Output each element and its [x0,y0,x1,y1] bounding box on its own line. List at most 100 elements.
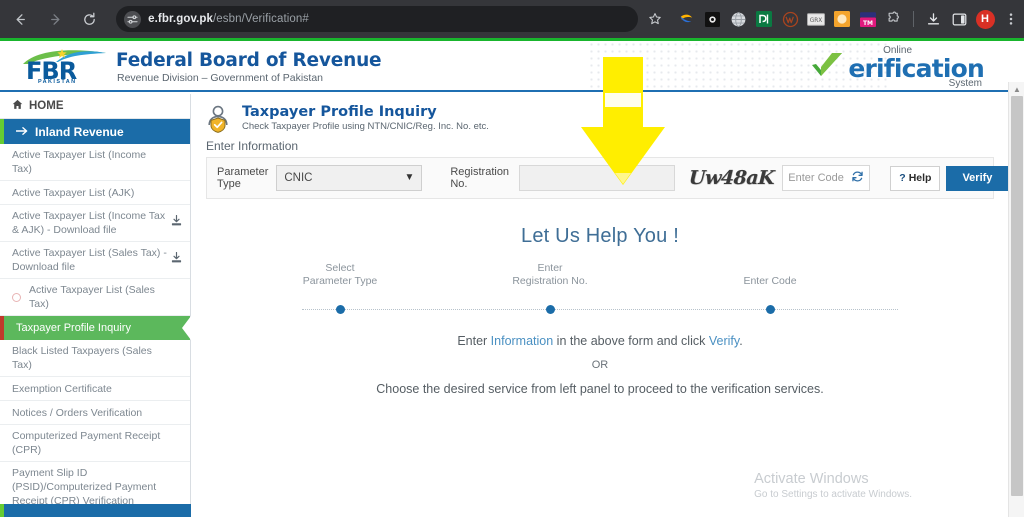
sidebar-item-4[interactable]: Active Taxpayer List (Sales Tax) [0,279,190,316]
step-2-dot [546,305,555,314]
registration-number-input[interactable] [519,165,676,191]
step-1: Select Parameter Type [270,262,410,288]
square-camera-icon[interactable] [699,6,725,32]
sidebar-item-label: Exemption Certificate [12,382,112,395]
tm-icon[interactable]: TM [855,6,881,32]
parameter-type-wrapper: CNICNTNReg. Inc. No. ▼ [276,165,423,191]
avatar[interactable]: H [972,6,998,32]
code-entry-group [782,165,871,191]
orange-circle-icon[interactable] [829,6,855,32]
extensions-strip: GRX TM H [673,6,1024,32]
question-mark-icon: ? [899,172,906,184]
home-icon [12,99,23,113]
step-3-line1: Enter Code [743,275,797,287]
bullet-icon [12,292,21,302]
green-note-icon[interactable] [751,6,777,32]
sidebar-item-5[interactable]: Taxpayer Profile Inquiry [0,316,191,340]
honey-icon[interactable] [673,6,699,32]
step-1-dot [336,305,345,314]
grammarly-icon[interactable]: GRX [803,6,829,32]
sidebar-item-label: Active Taxpayer List (Sales Tax) - Downl… [12,247,167,273]
inquiry-header: Taxpayer Profile Inquiry Check Taxpayer … [192,94,1008,136]
information-link[interactable]: Information [491,334,554,348]
activate-windows-watermark: Activate Windows Go to Settings to activ… [754,471,912,500]
sidebar-item-label: Active Taxpayer List (AJK) [12,186,135,199]
step-3: Enter Code [680,275,860,288]
help-button[interactable]: ? Help [890,165,941,191]
ovs-system-label: System [948,78,982,89]
vertical-scrollbar[interactable]: ▲ ▼ [1008,82,1024,517]
forward-button[interactable] [41,4,70,34]
svg-text:TM: TM [863,20,873,27]
web-page: FBR PAKISTAN Federal Board of Revenue Re… [0,41,1024,517]
sidebar-item-1[interactable]: Active Taxpayer List (AJK) [0,181,190,205]
arrow-right-icon [15,125,28,139]
address-bar[interactable]: e.fbr.gov.pk/esbn/Verification# [116,6,639,32]
parameter-type-label: Parameter Type [217,166,269,190]
sidebar-item-label: Black Listed Taxpayers (Sales Tax) [12,345,152,371]
help-line1-part-a: Enter [457,334,491,348]
steps-indicator: Select Parameter Type Enter Registration… [270,262,930,320]
code-input[interactable] [788,167,849,189]
profile-initial: H [975,9,995,29]
help-line1-part-c: . [739,334,743,348]
verify-link[interactable]: Verify [709,334,739,348]
reload-button[interactable] [75,4,104,34]
help-instruction-line-1: Enter Information in the above form and … [192,330,1008,352]
sidebar-item-label: Active Taxpayer List (Income Tax) [12,149,147,175]
help-button-label: Help [908,172,932,184]
step-2: Enter Registration No. [460,262,640,288]
download-icon[interactable] [171,214,182,231]
side-panel-icon[interactable] [946,6,972,32]
browser-toolbar: e.fbr.gov.pk/esbn/Verification# GRX TM H [0,0,1024,38]
fbr-logo-subtext: PAKISTAN [38,79,77,85]
user-shield-icon [208,105,228,133]
download-icon[interactable] [171,251,182,268]
sidebar-item-8[interactable]: Notices / Orders Verification [0,401,190,425]
help-instruction-line-2: Choose the desired service from left pan… [376,382,824,396]
parameter-type-select[interactable]: CNICNTNReg. Inc. No. [276,165,423,191]
enter-information-label: Enter Information [206,139,299,153]
wordpress-icon[interactable] [777,6,803,32]
inquiry-description: Check Taxpayer Profile using NTN/CNIC/Re… [242,121,489,132]
puzzle-extensions-icon[interactable] [881,6,907,32]
refresh-icon[interactable] [851,170,864,186]
download-icon[interactable] [920,6,946,32]
url-host: e.fbr.gov.pk [148,13,213,25]
sidebar-item-9[interactable]: Computerized Payment Receipt (CPR) [0,425,190,462]
help-line1-part-b: in the above form and click [553,334,709,348]
sidebar-item-3[interactable]: Active Taxpayer List (Sales Tax) - Downl… [0,242,190,279]
sidebar-item-home[interactable]: HOME [0,94,190,119]
help-section: Let Us Help You ! Select Parameter Type … [192,225,1008,400]
toolbar-divider [913,11,915,27]
back-button[interactable] [6,4,35,34]
sidebar-item-7[interactable]: Exemption Certificate [0,377,190,401]
verify-button[interactable]: Verify [946,165,1009,191]
step-2-line1: Enter [537,262,563,274]
scrollbar-thumb[interactable] [1011,96,1023,496]
page-title: Federal Board of Revenue [116,50,382,71]
scroll-up-arrow-icon[interactable]: ▲ [1013,85,1021,94]
sidebar-section-inland-revenue[interactable]: Inland Revenue [0,119,190,144]
sidebar-item-0[interactable]: Active Taxpayer List (Income Tax) [0,144,190,181]
sidebar-section-label: Inland Revenue [35,124,124,139]
address-bar-url: e.fbr.gov.pk/esbn/Verification# [148,13,309,25]
step-1-line1: Select [325,262,355,274]
inquiry-title: Taxpayer Profile Inquiry [242,104,437,120]
screenshot-root: e.fbr.gov.pk/esbn/Verification# GRX TM H… [0,0,1024,517]
sidebar-item-2[interactable]: Active Taxpayer List (Income Tax & AJK) … [0,205,190,242]
main-content: Taxpayer Profile Inquiry Check Taxpayer … [192,94,1009,517]
help-instructions: Enter Information in the above form and … [192,330,1008,400]
url-path: /esbn/Verification# [213,13,309,25]
sidebar-home-label: HOME [29,100,64,112]
tune-icon[interactable] [124,10,142,28]
sidebar-item-6[interactable]: Black Listed Taxpayers (Sales Tax) [0,340,190,377]
help-title: Let Us Help You ! [521,225,679,247]
star-icon[interactable] [642,6,667,32]
site-header: FBR PAKISTAN Federal Board of Revenue Re… [0,41,1008,92]
sidebar-item-label: Active Taxpayer List (Income Tax & AJK) … [12,210,166,236]
kebab-menu-icon[interactable] [998,6,1024,32]
globe-icon[interactable] [725,6,751,32]
watermark-subtitle: Go to Settings to activate Windows. [754,489,912,500]
sidebar-footer-bar [0,504,191,517]
